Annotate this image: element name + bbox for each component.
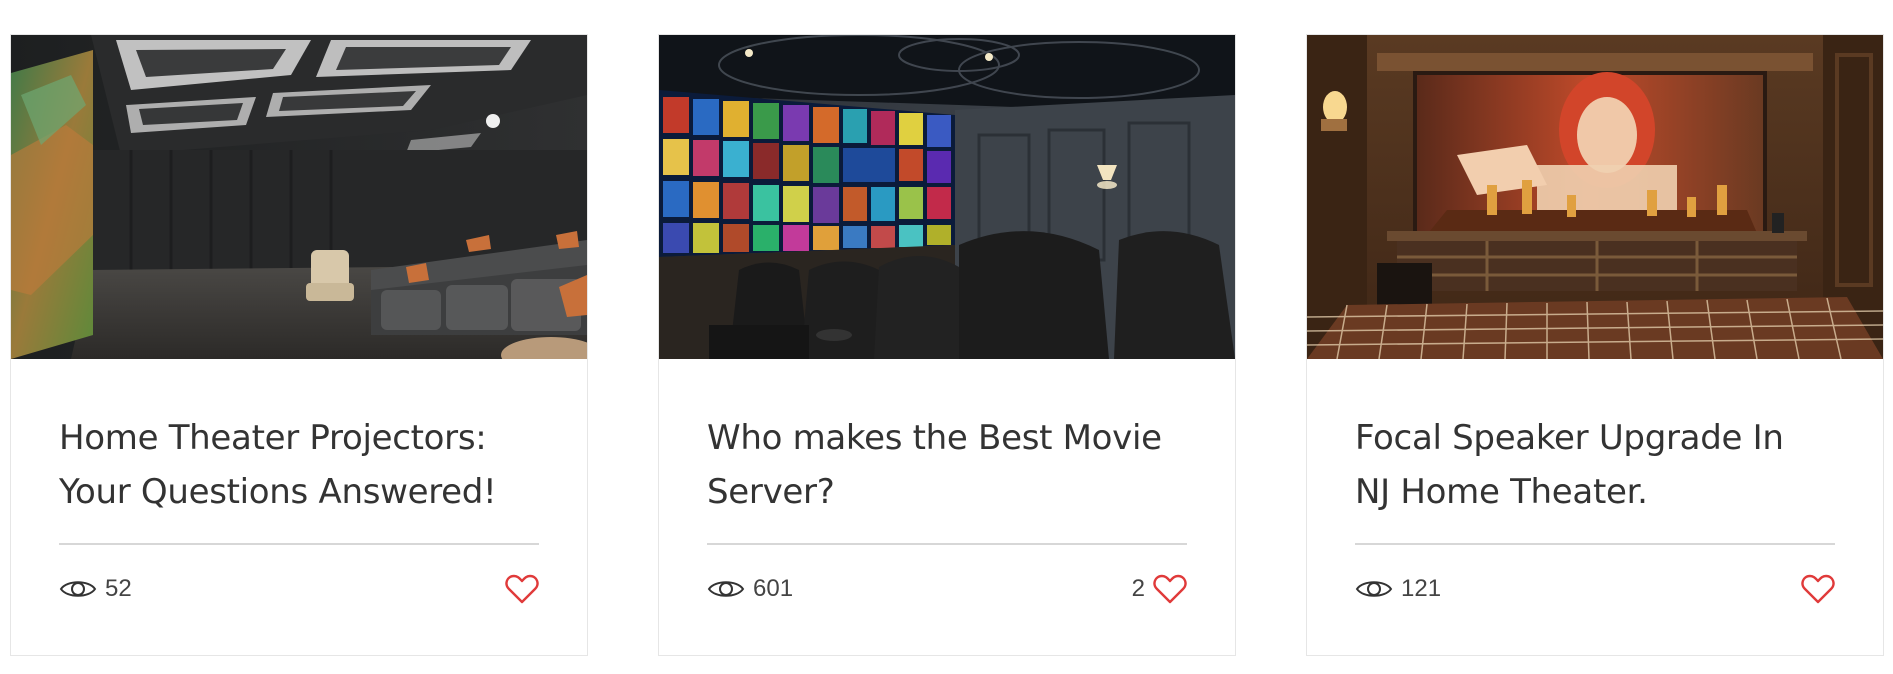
post-title-line-1[interactable]: Who makes the Best Movie <box>707 418 1162 458</box>
post-thumbnail[interactable] <box>1307 35 1883 359</box>
divider <box>1355 543 1835 545</box>
heart-icon[interactable] <box>1801 574 1835 604</box>
post-card[interactable]: Focal Speaker Upgrade In NJ Home Theater… <box>1306 34 1884 656</box>
like-control[interactable] <box>497 574 539 604</box>
post-meta: 601 2 <box>707 569 1187 609</box>
view-count-value: 52 <box>105 575 132 602</box>
post-title-line-1[interactable]: Home Theater Projectors: <box>59 418 487 458</box>
post-title-line-2[interactable]: Your Questions Answered! <box>59 472 497 512</box>
divider <box>59 543 539 545</box>
post-title-line-2[interactable]: NJ Home Theater. <box>1355 472 1648 512</box>
post-title-line-1[interactable]: Focal Speaker Upgrade In <box>1355 418 1784 458</box>
post-thumbnail[interactable] <box>11 35 587 359</box>
post-thumbnail[interactable] <box>659 35 1235 359</box>
home-theater-projector-image <box>11 35 587 359</box>
view-count-value: 121 <box>1401 575 1442 602</box>
eye-icon <box>707 576 745 602</box>
view-count-value: 601 <box>753 575 794 602</box>
focal-speaker-theater-image <box>1307 35 1883 359</box>
view-count: 121 <box>1355 575 1441 603</box>
post-card[interactable]: Who makes the Best Movie Server? 601 2 <box>658 34 1236 656</box>
post-meta: 121 <box>1355 569 1835 609</box>
eye-icon <box>1355 576 1393 602</box>
movie-server-theater-image <box>659 35 1235 359</box>
post-title-line-2[interactable]: Server? <box>707 472 835 512</box>
post-title[interactable]: Home Theater Projectors: Your Questions … <box>59 411 539 519</box>
post-title[interactable]: Who makes the Best Movie Server? <box>707 411 1187 519</box>
blog-post-grid: Home Theater Projectors: Your Questions … <box>10 34 1884 656</box>
view-count: 601 <box>707 575 793 603</box>
view-count: 52 <box>59 575 132 603</box>
eye-icon <box>59 576 97 602</box>
heart-icon[interactable] <box>1153 574 1187 604</box>
like-control[interactable] <box>1793 574 1835 604</box>
like-count-value: 2 <box>1131 575 1145 602</box>
post-title[interactable]: Focal Speaker Upgrade In NJ Home Theater… <box>1355 411 1835 519</box>
divider <box>707 543 1187 545</box>
heart-icon[interactable] <box>505 574 539 604</box>
post-meta: 52 <box>59 569 539 609</box>
post-card[interactable]: Home Theater Projectors: Your Questions … <box>10 34 588 656</box>
like-control[interactable]: 2 <box>1132 574 1187 604</box>
